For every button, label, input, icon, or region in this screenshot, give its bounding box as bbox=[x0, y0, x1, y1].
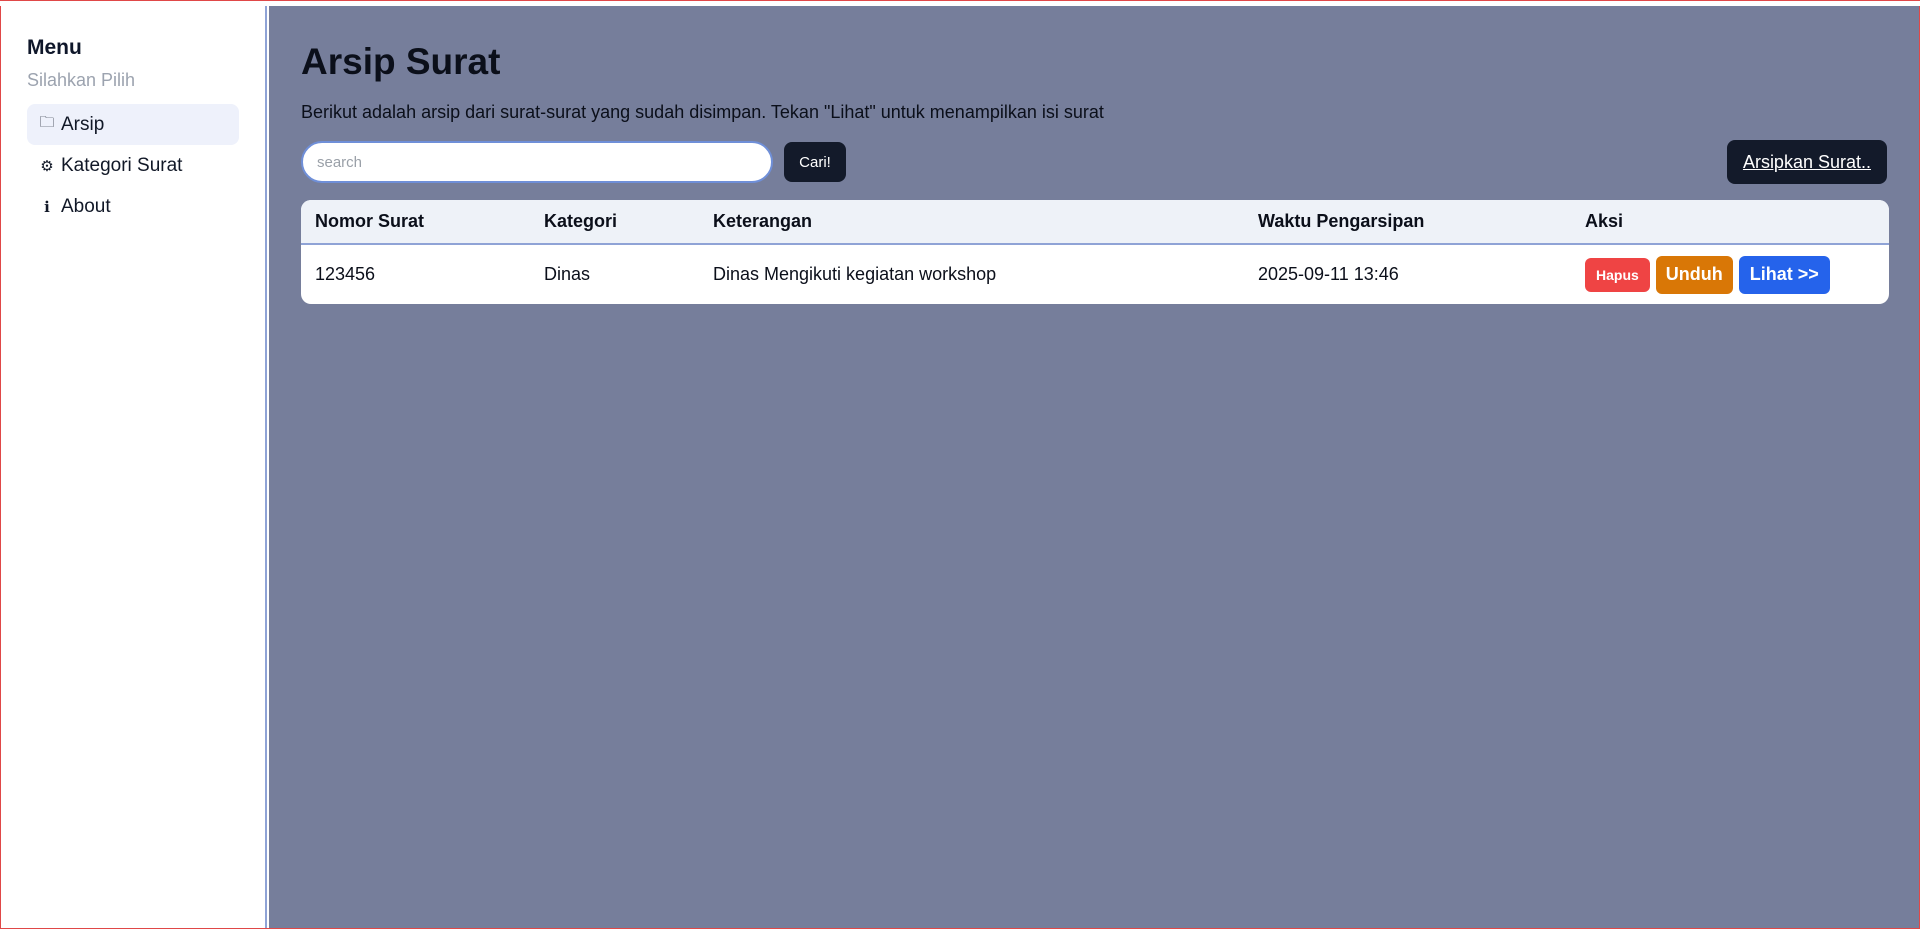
info-icon: ℹ bbox=[44, 198, 50, 216]
cell-aksi: Hapus Unduh Lihat >> bbox=[1571, 244, 1889, 304]
table-header-row: Nomor Surat Kategori Keterangan Waktu Pe… bbox=[301, 200, 1889, 244]
download-button[interactable]: Unduh bbox=[1655, 255, 1733, 294]
sidebar: Menu Silahkan Pilih 🗀 Arsip ⚙ Kategori S… bbox=[1, 6, 267, 928]
table-row: 123456 Dinas Dinas Mengikuti kegiatan wo… bbox=[301, 244, 1889, 304]
menu-subtitle: Silahkan Pilih bbox=[27, 70, 136, 90]
page-title: Arsip Surat bbox=[301, 41, 501, 82]
page-description: Berikut adalah arsip dari surat-surat ya… bbox=[301, 102, 1104, 122]
cell-kategori: Dinas bbox=[544, 264, 591, 284]
cell-waktu-pengarsipan: 2025-09-11 13:46 bbox=[1258, 264, 1399, 284]
column-header-kategori: Kategori bbox=[544, 211, 618, 231]
archive-table: Nomor Surat Kategori Keterangan Waktu Pe… bbox=[301, 200, 1889, 304]
cell-keterangan: Dinas Mengikuti kegiatan workshop bbox=[713, 264, 997, 284]
main-content: Arsip Surat Berikut adalah arsip dari su… bbox=[269, 6, 1919, 928]
folder-icon: 🗀 bbox=[39, 114, 55, 131]
row-actions: Hapus Unduh Lihat >> bbox=[1585, 255, 1875, 294]
column-header-waktu-pengarsipan: Waktu Pengarsipan bbox=[1258, 211, 1425, 231]
sidebar-item-kategori-surat[interactable]: ⚙ Kategori Surat bbox=[27, 145, 239, 186]
view-button[interactable]: Lihat >> bbox=[1738, 255, 1830, 294]
sidebar-nav: 🗀 Arsip ⚙ Kategori Surat ℹ About bbox=[27, 104, 239, 227]
sidebar-item-about[interactable]: ℹ About bbox=[27, 186, 239, 227]
sidebar-item-label: About bbox=[61, 195, 111, 217]
column-header-aksi: Aksi bbox=[1585, 211, 1624, 231]
cell-nomor-surat: 123456 bbox=[315, 264, 376, 284]
delete-button[interactable]: Hapus bbox=[1585, 257, 1650, 292]
gear-icon: ⚙ bbox=[40, 157, 54, 175]
toolbar: Cari! Arsipkan Surat.. bbox=[301, 140, 1887, 184]
search-input[interactable] bbox=[301, 141, 773, 183]
archive-letter-button[interactable]: Arsipkan Surat.. bbox=[1726, 140, 1887, 184]
sidebar-item-arsip[interactable]: 🗀 Arsip bbox=[27, 104, 239, 145]
column-header-keterangan: Keterangan bbox=[713, 211, 813, 231]
archive-table-card: Nomor Surat Kategori Keterangan Waktu Pe… bbox=[301, 200, 1889, 304]
sidebar-item-label: Arsip bbox=[61, 113, 105, 135]
search-button[interactable]: Cari! bbox=[784, 142, 846, 182]
sidebar-item-label: Kategori Surat bbox=[61, 154, 183, 176]
menu-title: Menu bbox=[27, 36, 82, 59]
column-header-nomor-surat: Nomor Surat bbox=[315, 211, 425, 231]
